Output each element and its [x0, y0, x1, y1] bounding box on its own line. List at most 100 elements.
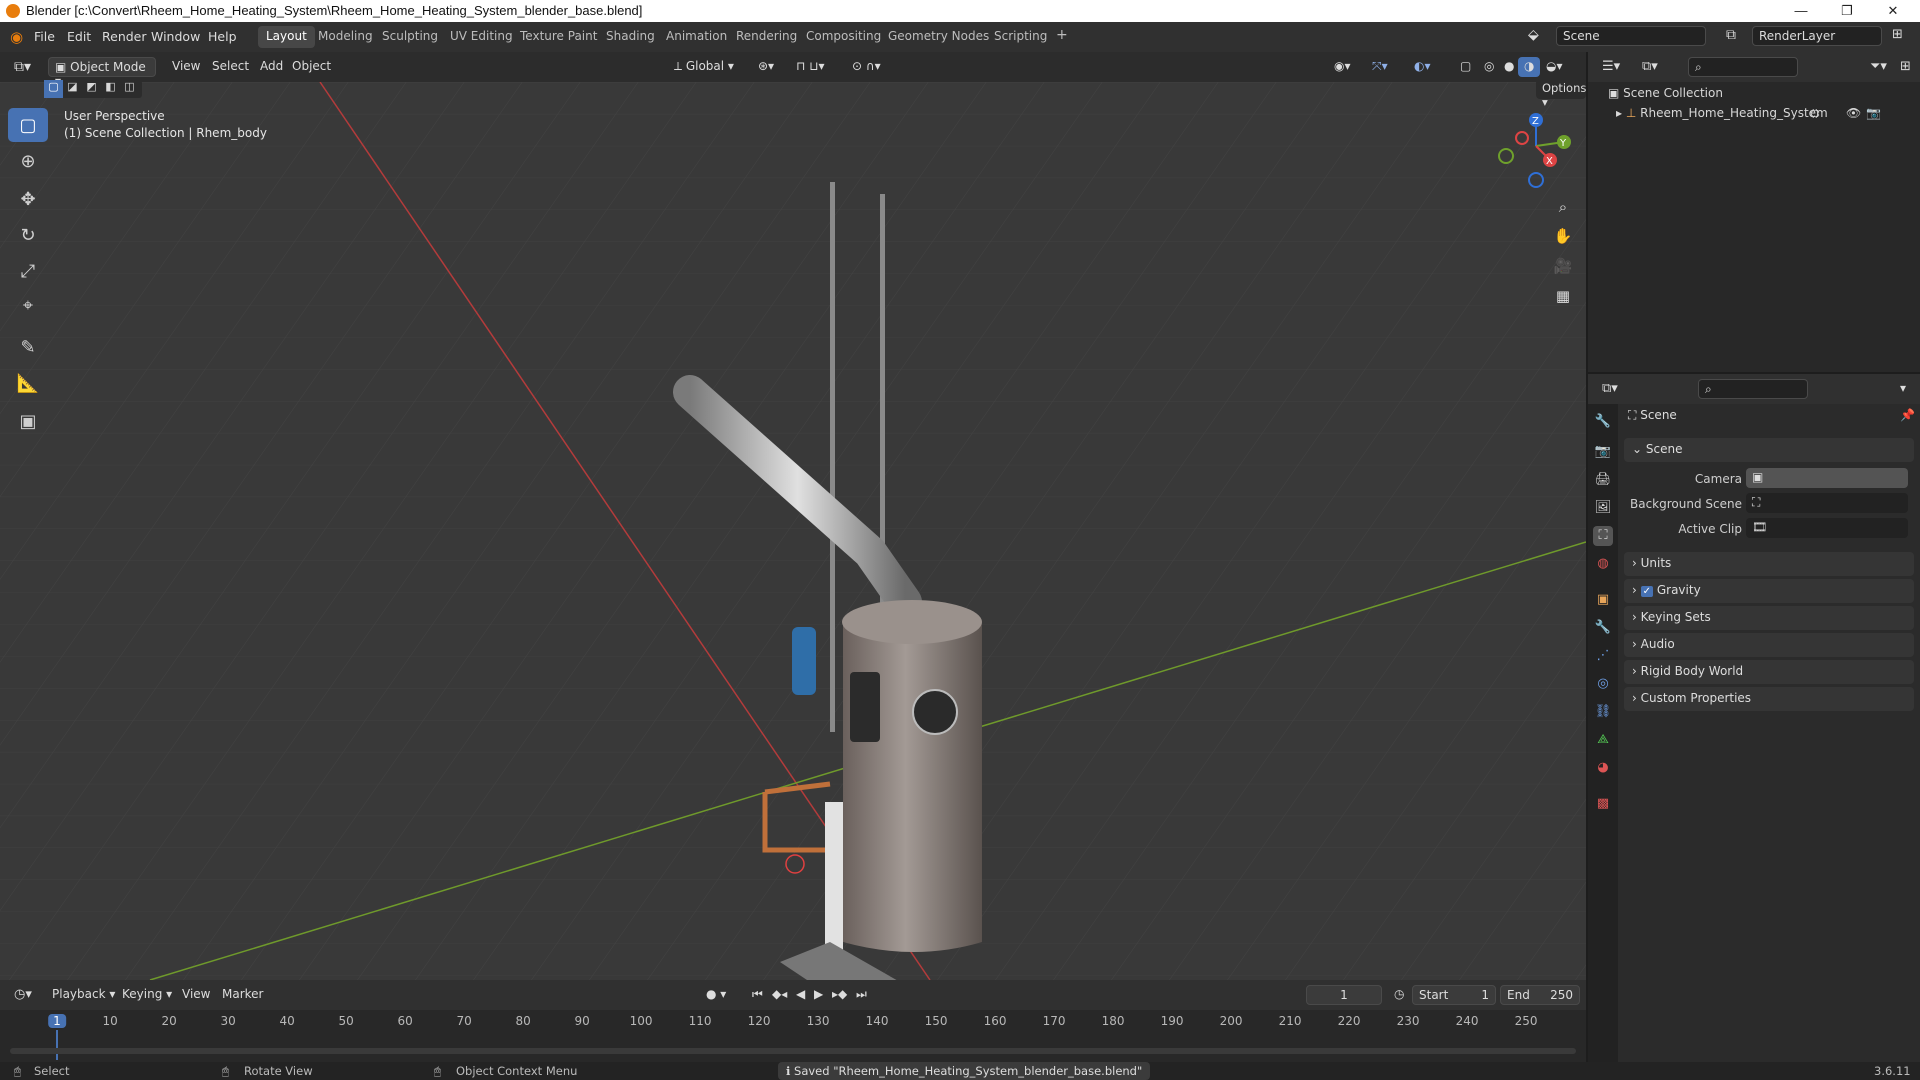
render-camera-icon[interactable]: 📷 — [1866, 106, 1881, 120]
tab-scripting[interactable]: Scripting — [986, 26, 1055, 48]
particles-tab-icon[interactable]: ⋰ — [1593, 646, 1613, 666]
tab-rendering[interactable]: Rendering — [728, 26, 805, 48]
outliner-editor-type-icon[interactable]: ☰▾ — [1596, 57, 1626, 77]
tool-tab-icon[interactable]: 🔧 — [1593, 412, 1613, 432]
gravity-checkbox[interactable]: ✓ — [1640, 586, 1654, 597]
jump-end-icon[interactable]: ⏭ — [850, 985, 873, 1005]
start-frame-field[interactable]: Start 1 — [1412, 985, 1496, 1005]
timeline-ruler[interactable]: 1 10 20 30 40 50 60 70 80 90 100 110 120 130 140 150 160… — [0, 1012, 1586, 1060]
tab-shading[interactable]: Shading — [598, 26, 663, 48]
scene-selector[interactable]: Scene — [1556, 26, 1706, 46]
editor-type-icon[interactable]: ⧉▾ — [8, 57, 37, 77]
mode-selector[interactable]: ▣ Object Mode ▾ — [48, 57, 156, 88]
scene-browse-icon[interactable]: ⬙ — [1528, 27, 1539, 43]
panel-keying-sets[interactable]: › Keying Sets — [1624, 606, 1914, 630]
output-tab-icon[interactable]: 🖨 — [1593, 470, 1613, 490]
menu-edit[interactable]: Edit — [67, 29, 91, 44]
camera-field[interactable]: ▣ — [1746, 468, 1908, 488]
texture-tab-icon[interactable]: ▩ — [1593, 794, 1613, 814]
select-mode-intersect-icon[interactable]: ◫ — [120, 80, 139, 98]
view-layer-selector[interactable]: RenderLayer — [1752, 26, 1882, 46]
auto-keying-icon[interactable]: ● ▾ — [700, 985, 732, 1005]
new-collection-icon[interactable]: ⊞ — [1894, 57, 1917, 77]
background-scene-field[interactable]: ⛶ — [1746, 493, 1908, 513]
shading-material-icon[interactable]: ◑ — [1518, 57, 1541, 77]
properties-search-input[interactable]: ⌕ — [1698, 379, 1808, 399]
menu-render[interactable]: Render — [102, 29, 147, 44]
options-dropdown[interactable]: Options ▾ — [1536, 79, 1586, 109]
scale-tool-icon[interactable]: ⤢ — [8, 254, 48, 288]
transform-orientation-dropdown[interactable]: ⟂ Global ▾ — [668, 57, 740, 77]
outliner-search-input[interactable]: ⌕ — [1688, 57, 1798, 77]
select-mode-subtract-icon[interactable]: ◩ — [82, 80, 101, 98]
physics-tab-icon[interactable]: ◎ — [1593, 674, 1613, 694]
end-frame-field[interactable]: End 250 — [1500, 985, 1580, 1005]
rotate-tool-icon[interactable]: ↻ — [8, 218, 48, 252]
timeline-editor-type-icon[interactable]: ◷▾ — [8, 985, 38, 1005]
move-tool-icon[interactable]: ✥ — [8, 182, 48, 216]
proportional-edit-icon[interactable]: ⊙ ∩▾ — [846, 57, 887, 77]
pan-hand-icon[interactable]: ✋ — [1550, 223, 1576, 249]
visibility-eye-icon[interactable]: 👁 — [1846, 106, 1861, 120]
menu-window[interactable]: Window — [151, 29, 200, 44]
viewport-menu-select[interactable]: Select — [206, 57, 255, 77]
camera-view-icon[interactable]: 🎥 — [1550, 253, 1576, 279]
panel-scene-header[interactable]: ⌄ Scene — [1624, 438, 1914, 462]
menu-file[interactable]: File — [34, 29, 55, 44]
select-mode-new-icon[interactable]: ▢ — [44, 80, 63, 98]
timeline-menu-keying[interactable]: Keying ▾ — [116, 985, 178, 1005]
overlays-toggle-icon[interactable]: ◐▾ — [1408, 57, 1437, 77]
tab-compositing[interactable]: Compositing — [798, 26, 889, 48]
new-view-layer-icon[interactable]: ⊞ — [1892, 27, 1903, 42]
panel-audio[interactable]: › Audio — [1624, 633, 1914, 657]
xray-toggle-icon[interactable]: ▢ — [1454, 57, 1477, 77]
select-mode-invert-icon[interactable]: ◧ — [101, 80, 120, 98]
transform-tool-icon[interactable]: ⌖ — [8, 288, 48, 322]
select-box-tool-icon[interactable]: ▢ — [8, 108, 48, 142]
viewport-menu-add[interactable]: Add — [254, 57, 289, 77]
world-tab-icon[interactable]: ◍ — [1593, 554, 1613, 574]
viewport-menu-view[interactable]: View — [166, 57, 206, 77]
panel-custom-properties[interactable]: › Custom Properties — [1624, 687, 1914, 711]
visibility-icon[interactable]: ◉▾ — [1328, 57, 1357, 77]
gizmo-toggle-icon[interactable]: ⤧▾ — [1366, 57, 1394, 77]
playhead[interactable] — [56, 1030, 58, 1060]
maximize-button[interactable]: ❐ — [1824, 0, 1870, 22]
pivot-point-icon[interactable]: ⊛▾ — [752, 57, 780, 77]
cursor-tool-icon[interactable]: ⊕ — [8, 144, 48, 178]
tab-modeling[interactable]: Modeling — [310, 26, 381, 48]
panel-gravity[interactable]: › ✓ Gravity — [1624, 579, 1914, 603]
timeline-menu-view[interactable]: View — [176, 985, 216, 1005]
measure-tool-icon[interactable]: 📐 — [8, 366, 48, 400]
panel-units[interactable]: › Units — [1624, 552, 1914, 576]
outliner-item[interactable]: ▸ ⊥ Rheem_Home_Heating_System ⛭ 👁 📷 — [1616, 106, 1916, 120]
blender-menu-icon[interactable]: ◉ — [10, 28, 23, 46]
timeline-scrollbar[interactable] — [10, 1048, 1576, 1054]
scene-collection-row[interactable]: ▣ Scene Collection — [1608, 86, 1723, 100]
minimize-button[interactable]: — — [1778, 0, 1824, 22]
panel-rigid-body-world[interactable]: › Rigid Body World — [1624, 660, 1914, 684]
object-tab-icon[interactable]: ▣ — [1593, 590, 1613, 610]
add-workspace-button[interactable]: + — [1048, 24, 1076, 46]
modifiers-tab-icon[interactable]: 🔧 — [1593, 618, 1613, 638]
modifier-icon[interactable]: ⛭ — [1810, 106, 1820, 121]
constraints-tab-icon[interactable]: ⛓ — [1593, 702, 1613, 722]
filter-icon[interactable]: ⏷▾ — [1864, 57, 1893, 77]
perspective-toggle-icon[interactable]: ▦ — [1550, 283, 1576, 309]
view-layer-tab-icon[interactable]: 🖼 — [1593, 498, 1613, 518]
display-mode-icon[interactable]: ⧉▾ — [1636, 57, 1664, 77]
properties-options-icon[interactable]: ▾ — [1894, 379, 1912, 399]
navigation-gizmo[interactable]: Z Y X — [1490, 110, 1580, 190]
tab-geometry-nodes[interactable]: Geometry Nodes — [880, 26, 997, 48]
3d-viewport[interactable] — [0, 82, 1586, 980]
material-tab-icon[interactable]: ◕ — [1593, 758, 1613, 778]
scene-tab-icon[interactable]: ⛶ — [1593, 526, 1613, 546]
preview-range-icon[interactable]: ◷ — [1388, 985, 1410, 1005]
viewport-menu-object[interactable]: Object — [286, 57, 337, 77]
add-cube-tool-icon[interactable]: ▣ — [8, 404, 48, 438]
data-tab-icon[interactable]: ⟁ — [1593, 730, 1613, 750]
current-frame-field[interactable]: 1 — [1306, 985, 1382, 1005]
close-window-button[interactable]: ✕ — [1870, 0, 1916, 22]
menu-help[interactable]: Help — [208, 29, 237, 44]
annotate-tool-icon[interactable]: ✎ — [8, 330, 48, 364]
